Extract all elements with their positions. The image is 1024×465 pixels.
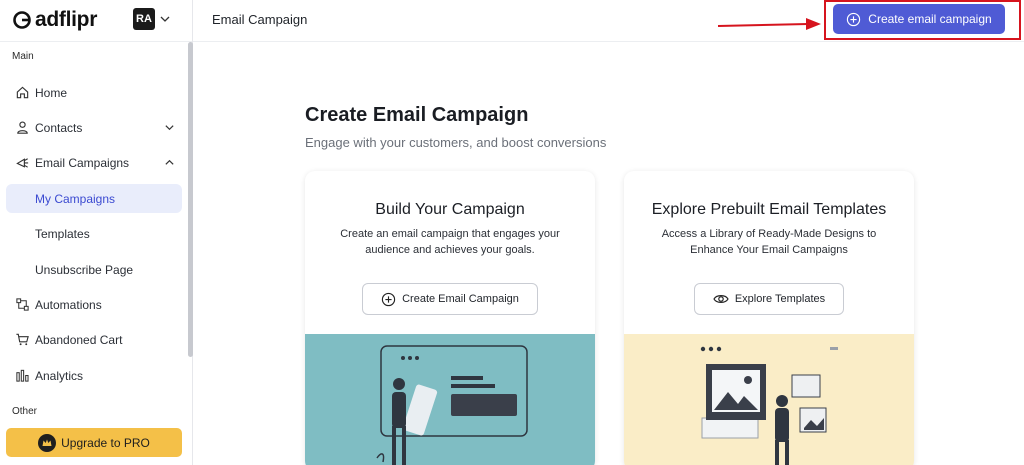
explore-templates-button[interactable]: Explore Templates xyxy=(694,283,844,315)
bar-chart-icon xyxy=(14,368,30,384)
build-campaign-card: Build Your Campaign Create an email camp… xyxy=(305,171,595,465)
sidebar-item-label: Unsubscribe Page xyxy=(35,262,134,277)
sidebar-item-home[interactable]: Home xyxy=(6,78,182,107)
app-root: adflipr RA Main Home Contacts Email Camp xyxy=(0,0,1024,465)
explore-templates-card: Explore Prebuilt Email Templates Access … xyxy=(624,171,914,465)
chevron-down-icon xyxy=(165,125,174,131)
card-description: Access a Library of Ready-Made Designs t… xyxy=(661,228,877,256)
sidebar-item-analytics[interactable]: Analytics xyxy=(6,361,182,390)
plus-circle-icon xyxy=(847,12,861,26)
brand-mark-icon xyxy=(12,10,32,30)
chevron-up-icon xyxy=(165,159,174,165)
user-icon xyxy=(14,120,30,136)
crown-icon xyxy=(38,433,57,452)
card-button-label: Create Email Campaign xyxy=(402,293,519,305)
brand-logo[interactable]: adflipr xyxy=(12,6,97,34)
sidebar-item-automations[interactable]: Automations xyxy=(6,290,182,319)
card-description: Create an email campaign that engages yo… xyxy=(340,228,560,256)
megaphone-icon xyxy=(14,155,30,171)
sidebar-item-label: Abandoned Cart xyxy=(35,332,123,347)
campaign-illustration xyxy=(305,334,595,465)
sidebar-item-label: Contacts xyxy=(35,120,83,135)
divider xyxy=(0,41,192,42)
sidebar-item-abandoned-cart[interactable]: Abandoned Cart xyxy=(6,325,182,354)
page-title: Email Campaign xyxy=(212,12,308,27)
annotation-arrow-icon xyxy=(717,18,821,30)
brand-name: adflipr xyxy=(35,8,98,31)
create-email-campaign-card-button[interactable]: Create Email Campaign xyxy=(362,283,538,315)
sidebar-item-email-campaigns[interactable]: Email Campaigns xyxy=(6,148,182,177)
sidebar-item-label: Home xyxy=(35,85,68,100)
templates-illustration xyxy=(624,334,914,465)
upgrade-label: Upgrade to PRO xyxy=(61,435,150,450)
main-subtitle: Engage with your customers, and boost co… xyxy=(305,135,607,150)
cart-icon xyxy=(14,332,30,348)
sidebar-item-templates[interactable]: Templates xyxy=(6,219,182,248)
sidebar-item-label: Automations xyxy=(35,297,102,312)
workspace-switcher[interactable]: RA xyxy=(133,8,171,30)
plus-circle-icon xyxy=(381,292,396,306)
sidebar-item-contacts[interactable]: Contacts xyxy=(6,113,182,142)
main-title: Create Email Campaign xyxy=(305,104,529,126)
section-label-main: Main xyxy=(12,51,34,62)
sidebar: adflipr RA Main Home Contacts Email Camp xyxy=(0,0,193,465)
section-label-other: Other xyxy=(12,406,38,417)
home-icon xyxy=(14,85,30,101)
sidebar-item-my-campaigns[interactable]: My Campaigns xyxy=(6,184,182,213)
card-button-label: Explore Templates xyxy=(734,293,826,305)
card-title: Build Your Campaign xyxy=(375,201,525,218)
sidebar-item-label: Analytics xyxy=(35,368,84,383)
card-title: Explore Prebuilt Email Templates xyxy=(651,201,887,218)
sidebar-scrollbar[interactable] xyxy=(188,42,193,357)
flow-icon xyxy=(14,297,30,313)
create-button-label: Create email campaign xyxy=(868,12,992,26)
workspace-avatar: RA xyxy=(133,8,155,30)
sidebar-item-label: Email Campaigns xyxy=(35,155,130,170)
upgrade-button[interactable]: Upgrade to PRO xyxy=(6,428,182,457)
sidebar-item-unsubscribe-page[interactable]: Unsubscribe Page xyxy=(6,255,182,284)
sidebar-item-label: Templates xyxy=(35,226,90,241)
sidebar-item-label: My Campaigns xyxy=(35,191,116,206)
chevron-down-icon xyxy=(160,16,170,22)
eye-icon xyxy=(713,295,729,303)
create-email-campaign-button[interactable]: Create email campaign xyxy=(833,4,1005,34)
